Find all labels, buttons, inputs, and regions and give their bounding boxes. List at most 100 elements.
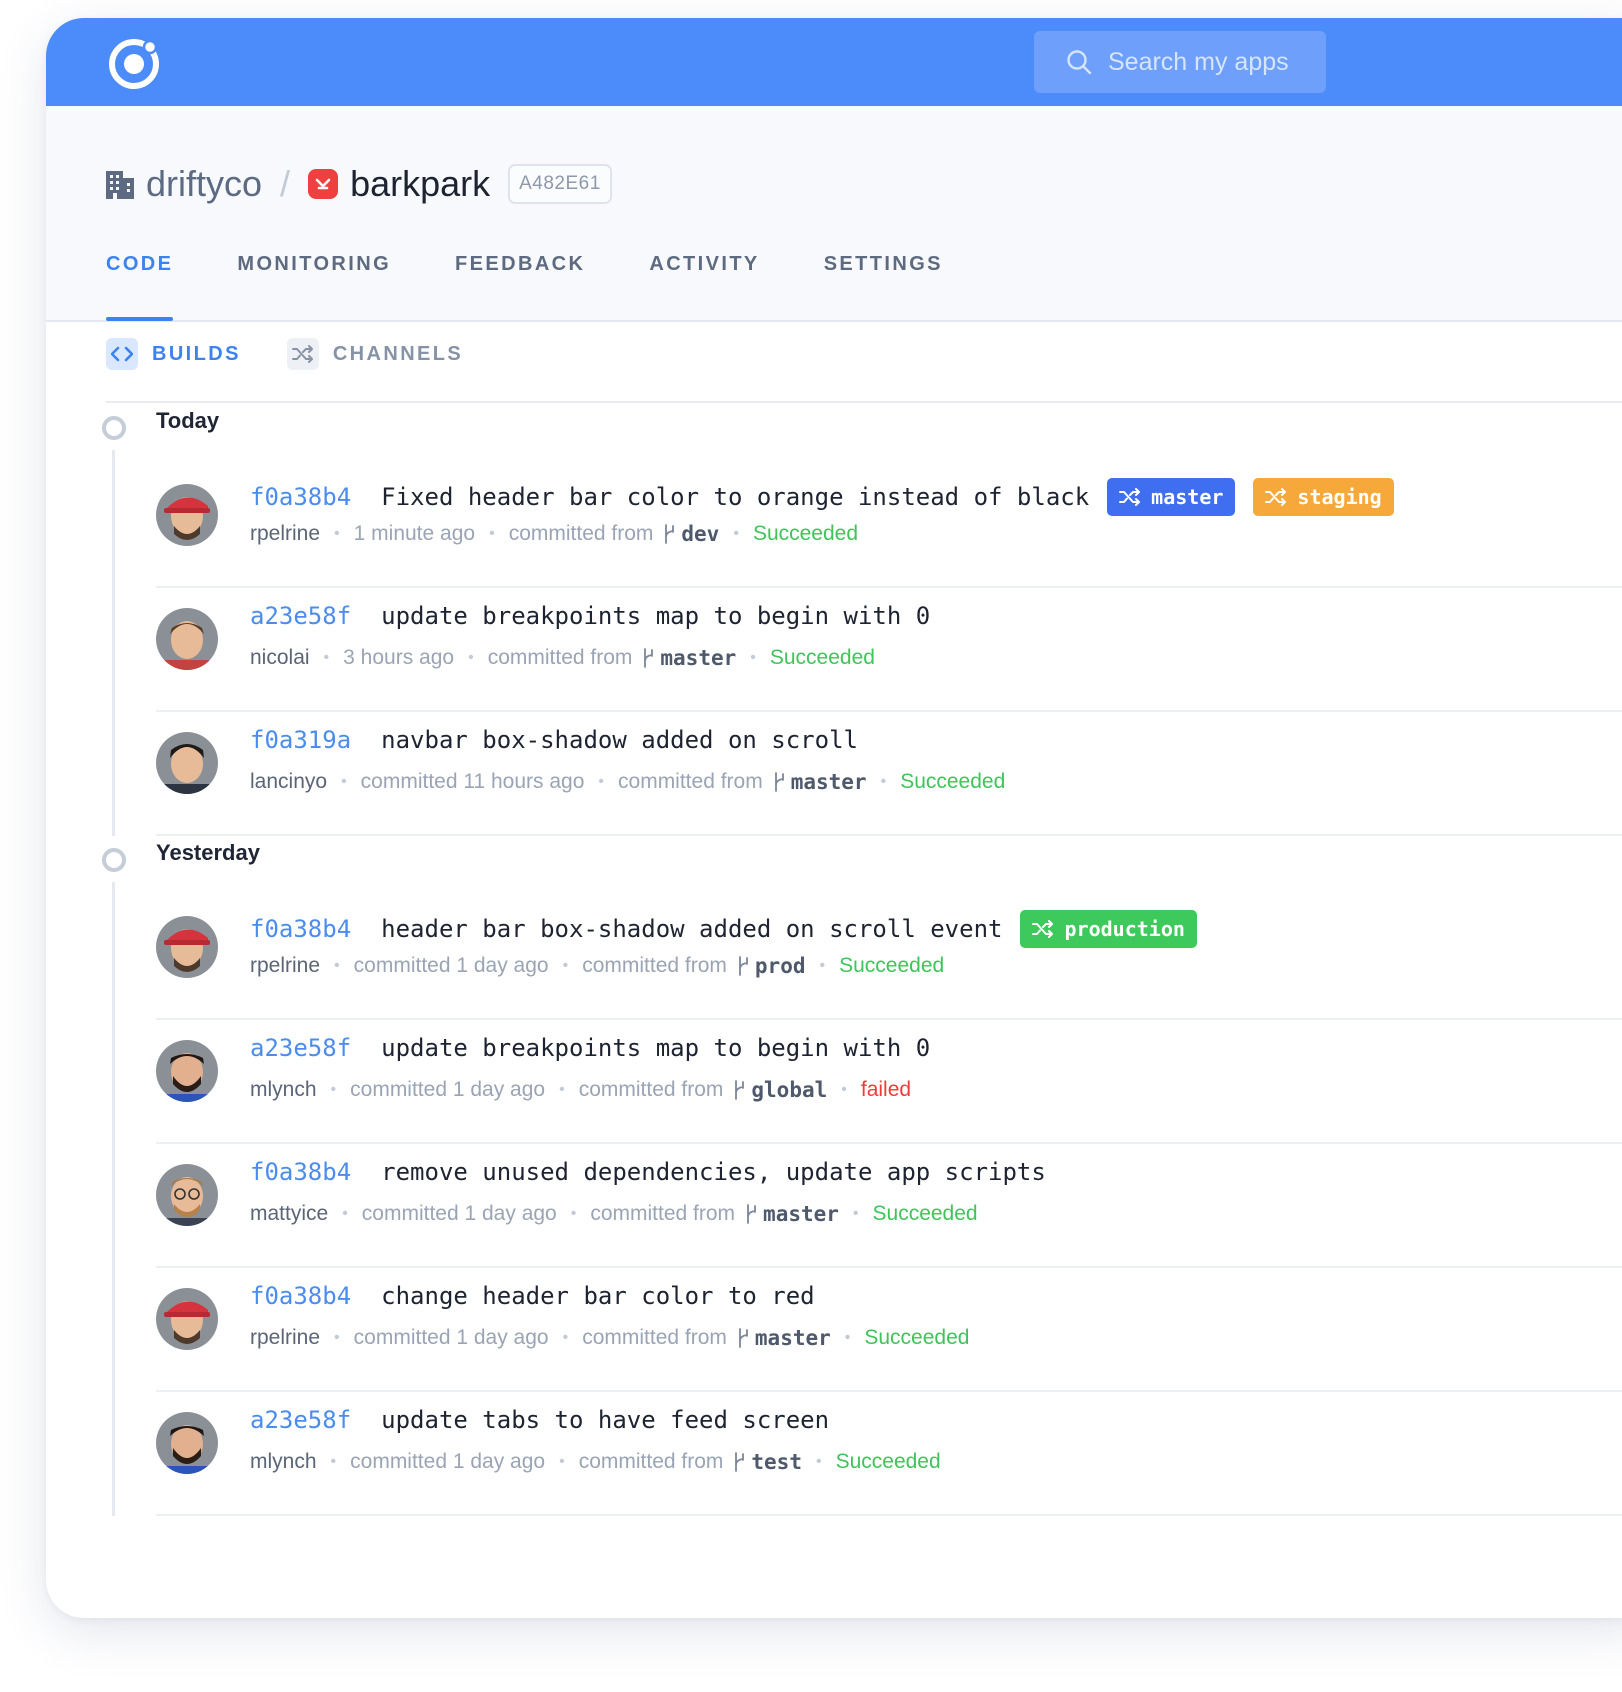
tab-feedback[interactable]: FEEDBACK: [455, 246, 585, 320]
build-row[interactable]: f0a38b4 change header bar color to red r…: [156, 1268, 1622, 1392]
divider: [106, 401, 1622, 403]
subtab-channels[interactable]: CHANNELS: [286, 338, 464, 370]
commit-hash-link[interactable]: f0a38b4: [250, 483, 351, 511]
ionic-logo-icon[interactable]: [106, 34, 164, 92]
separator-dot: •: [334, 1329, 340, 1346]
separator-dot: •: [559, 1081, 565, 1098]
separator-dot: •: [334, 957, 340, 974]
separator-dot: •: [342, 1205, 348, 1222]
timeline-line: [112, 450, 115, 836]
branch-tag: master: [642, 646, 736, 670]
git-branch-icon: [735, 1080, 745, 1100]
branch-name: prod: [754, 954, 806, 978]
commit-source-label: committed from: [578, 1450, 724, 1473]
commit-hash-link[interactable]: a23e58f: [250, 1406, 351, 1434]
commit-time: committed 1 day ago: [350, 1078, 546, 1101]
branch-name: master: [754, 1326, 831, 1350]
separator-dot: •: [323, 649, 330, 666]
branch-tag: dev: [663, 522, 719, 546]
branch-name: global: [751, 1078, 828, 1102]
app-id-badge: A482E61: [508, 164, 612, 204]
channel-badge-master[interactable]: master: [1107, 478, 1236, 516]
build-row[interactable]: f0a38b4 header bar box-shadow added on s…: [156, 896, 1622, 1020]
day-heading: Yesterday: [156, 840, 260, 865]
avatar: [156, 1164, 218, 1226]
commit-message: change header bar color to red: [381, 1282, 815, 1310]
separator-dot: •: [750, 649, 756, 666]
channel-name: staging: [1297, 485, 1382, 509]
app-name[interactable]: barkpark: [350, 163, 490, 205]
separator-dot: •: [334, 525, 340, 542]
day-heading: Today: [156, 408, 220, 433]
breadcrumb: driftyco / barkpark A482E61: [106, 162, 612, 206]
build-row[interactable]: a23e58f update breakpoints map to begin …: [156, 588, 1622, 712]
commit-author: mlynch: [250, 1078, 317, 1101]
build-status: Succeeded: [839, 954, 945, 977]
commit-message: update breakpoints map to begin with 0: [381, 602, 931, 630]
build-status: Succeeded: [872, 1202, 978, 1225]
row-divider: [156, 834, 1622, 836]
commit-hash-link[interactable]: f0a38b4: [250, 915, 351, 943]
building-icon: [106, 171, 134, 199]
timeline-line: [112, 882, 115, 1516]
commit-hash-link[interactable]: a23e58f: [250, 1034, 351, 1062]
build-status: Succeeded: [900, 770, 1006, 793]
commit-hash-link[interactable]: f0a319a: [250, 726, 351, 754]
build-row[interactable]: a23e58f update breakpoints map to begin …: [156, 1020, 1622, 1144]
build-status: Succeeded: [864, 1326, 970, 1349]
tab-code[interactable]: CODE: [106, 246, 174, 321]
app-icon: [308, 169, 339, 199]
tab-settings[interactable]: SETTINGS: [824, 246, 943, 320]
build-row[interactable]: f0a38b4 remove unused dependencies, upda…: [156, 1144, 1622, 1268]
search-input[interactable]: Search my apps: [1034, 31, 1326, 93]
branch-name: test: [751, 1450, 802, 1474]
separator-dot: •: [562, 1329, 569, 1346]
commit-source-label: committed from: [582, 1326, 727, 1349]
avatar: [156, 916, 218, 978]
avatar: [156, 608, 218, 670]
avatar: [156, 1288, 218, 1350]
top-bar: Search my apps: [46, 18, 1622, 106]
commit-author: mlynch: [250, 1450, 317, 1473]
commit-message: update breakpoints map to begin with 0: [381, 1034, 931, 1062]
branch-name: master: [660, 646, 737, 670]
subtab-channels-label: CHANNELS: [332, 342, 464, 365]
build-row[interactable]: a23e58f update tabs to have feed screen …: [156, 1392, 1622, 1516]
app-window: Search my apps driftyco / barkpark A482E…: [46, 18, 1622, 1618]
separator-dot: •: [468, 649, 474, 666]
avatar: [156, 484, 218, 546]
build-status: Succeeded: [752, 522, 859, 545]
commit-time: committed 1 day ago: [353, 954, 549, 977]
separator-dot: •: [562, 957, 569, 974]
commit-time: committed 1 day ago: [350, 1450, 546, 1473]
tab-activity[interactable]: ACTIVITY: [649, 246, 759, 320]
app-header: driftyco / barkpark A482E61 CODE MONITOR…: [46, 106, 1622, 322]
build-row[interactable]: f0a38b4 Fixed header bar color to orange…: [156, 464, 1622, 588]
separator-dot: •: [559, 1453, 565, 1470]
commit-author: nicolai: [250, 646, 310, 669]
org-name[interactable]: driftyco: [146, 163, 262, 205]
tab-bar: CODE MONITORING FEEDBACK ACTIVITY SETTIN…: [106, 246, 1007, 321]
branch-tag: master: [745, 1202, 839, 1226]
commit-message: update tabs to have feed screen: [381, 1406, 830, 1434]
separator-dot: •: [598, 773, 605, 790]
separator-dot: •: [844, 1329, 851, 1346]
separator-dot: •: [570, 1205, 577, 1222]
breadcrumb-separator: /: [280, 163, 291, 204]
commit-message: header bar box-shadow added on scroll ev…: [381, 915, 1003, 943]
subtab-builds[interactable]: BUILDS: [106, 338, 241, 370]
channel-badge-staging[interactable]: staging: [1253, 478, 1394, 516]
commit-hash-link[interactable]: a23e58f: [250, 602, 351, 630]
git-branch-icon: [747, 1204, 756, 1224]
commit-hash-link[interactable]: f0a38b4: [250, 1158, 351, 1186]
build-row[interactable]: f0a319a navbar box-shadow added on scrol…: [156, 712, 1622, 836]
shuffle-icon: [286, 338, 319, 370]
branch-tag: master: [737, 1326, 831, 1350]
tab-monitoring[interactable]: MONITORING: [237, 246, 391, 320]
avatar: [156, 1040, 218, 1102]
commit-source-label: committed from: [618, 770, 763, 793]
branch-tag: master: [773, 770, 867, 794]
commit-hash-link[interactable]: f0a38b4: [250, 1282, 351, 1310]
git-branch-icon: [739, 956, 748, 976]
channel-badge-production[interactable]: production: [1020, 910, 1197, 948]
